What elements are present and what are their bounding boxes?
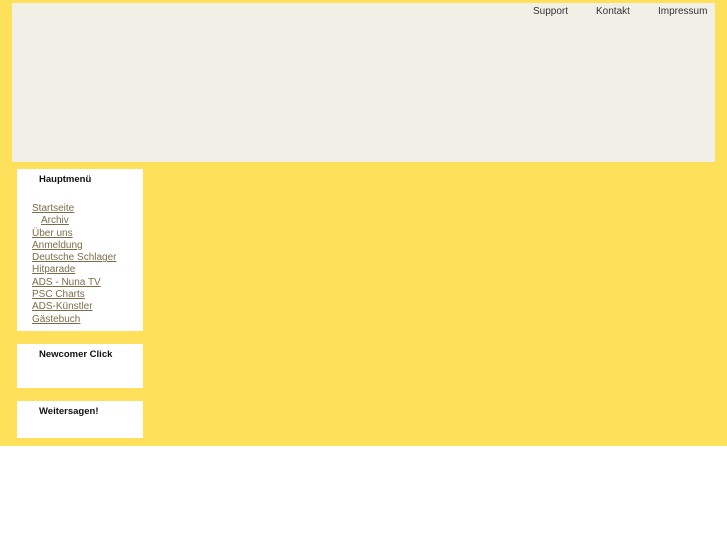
- nav-support[interactable]: Support: [533, 6, 568, 17]
- menu-anmeldung[interactable]: Anmeldung: [32, 240, 122, 252]
- nav-kontakt[interactable]: Kontakt: [596, 6, 630, 17]
- menu-gaestebuch[interactable]: Gästebuch: [32, 314, 122, 326]
- share-title: Weitersagen!: [39, 406, 99, 417]
- menu-hitparade[interactable]: Deutsche Schlager Hitparade: [32, 252, 122, 277]
- newcomer-box: Newcomer Click: [17, 344, 143, 388]
- menu-startseite[interactable]: Startseite: [32, 203, 122, 215]
- nav-impressum[interactable]: Impressum: [658, 6, 707, 17]
- menu-psc-charts[interactable]: PSC Charts: [32, 289, 122, 301]
- menu-archiv[interactable]: Archiv: [32, 215, 131, 227]
- main-menu-list: Startseite Archiv Über uns Anmeldung Deu…: [32, 203, 131, 326]
- menu-kuenstler[interactable]: ADS-Künstler: [32, 301, 122, 313]
- main-menu-box: Hauptmenü Startseite Archiv Über uns Anm…: [17, 169, 143, 331]
- newcomer-title: Newcomer Click: [39, 349, 113, 360]
- page-frame: Support Kontakt Impressum Hauptmenü Star…: [0, 0, 727, 446]
- main-menu-title: Hauptmenü: [39, 174, 92, 185]
- menu-nuna-tv[interactable]: ADS - Nuna TV: [32, 277, 122, 289]
- share-box: Weitersagen!: [17, 401, 143, 438]
- menu-ueber-uns[interactable]: Über uns: [32, 228, 122, 240]
- header-banner: Support Kontakt Impressum: [12, 3, 715, 162]
